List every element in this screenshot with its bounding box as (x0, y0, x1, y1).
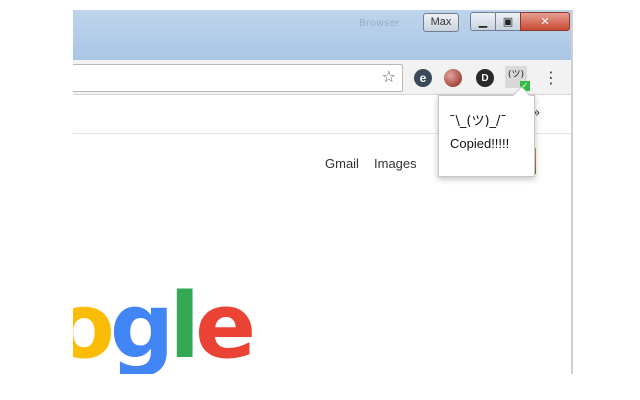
google-logo: ogle (73, 282, 256, 372)
logo-letter: o (73, 274, 115, 374)
logo-letter: l (169, 274, 200, 374)
title-bar: Browser Max ▁ ▣ ✕ (73, 10, 573, 60)
id-extension-icon[interactable]: D (476, 69, 494, 87)
shrug-text: ¯\_(ツ)_/¯ (449, 114, 507, 129)
window-edge (571, 10, 573, 374)
browser-window: Browser Max ▁ ▣ ✕ ☆ e D (ツ) ✓ ⋮ » Gmail … (73, 10, 573, 374)
extension-popup: ¯\_(ツ)_/¯ Copied!!!!! (438, 86, 535, 177)
profile-button[interactable]: Max (423, 13, 459, 32)
images-link[interactable]: Images (374, 156, 417, 171)
close-button[interactable]: ✕ (520, 12, 570, 31)
gmail-link[interactable]: Gmail (325, 156, 359, 171)
copied-message: Copied!!!!! (450, 136, 510, 151)
minimize-button[interactable]: ▁ (470, 12, 496, 31)
bookmark-star-icon[interactable]: ☆ (382, 67, 396, 86)
logo-letter: g (109, 274, 174, 374)
ball-extension-icon[interactable] (444, 69, 462, 87)
shrug-icon: (ツ) (507, 70, 525, 80)
shrug-extension-button[interactable]: (ツ) ✓ (505, 66, 530, 91)
maximize-button[interactable]: ▣ (495, 12, 521, 31)
e-extension-icon[interactable]: e (414, 69, 432, 87)
toolbar: ☆ e D (ツ) ✓ ⋮ (73, 60, 573, 95)
logo-letter: e (195, 274, 256, 374)
address-bar[interactable]: ☆ (73, 64, 403, 92)
menu-icon[interactable]: ⋮ (543, 68, 559, 87)
window-title: Browser (359, 18, 400, 29)
